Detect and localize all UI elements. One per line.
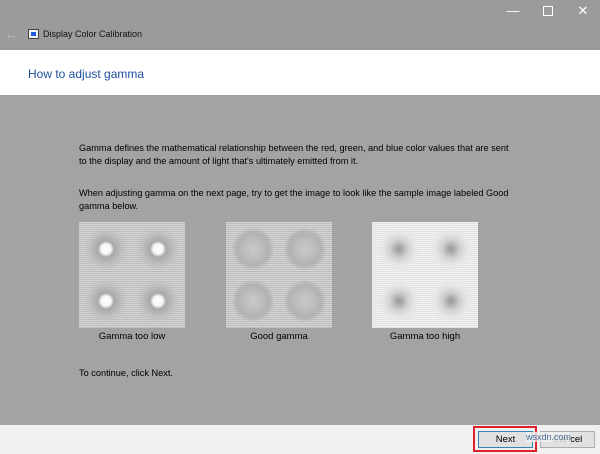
gamma-dot	[430, 280, 472, 322]
gamma-too-high-caption: Gamma too high	[389, 331, 461, 342]
good-gamma-sample-image	[226, 222, 332, 328]
maximize-button[interactable]	[531, 0, 565, 24]
gamma-dot	[85, 228, 127, 270]
next-button[interactable]: Next	[478, 431, 533, 448]
gamma-too-low-caption: Gamma too low	[98, 331, 166, 342]
gamma-dot	[378, 280, 420, 322]
title-bar: ← Display Color Calibration — ✕	[0, 0, 600, 50]
maximize-icon	[543, 5, 553, 16]
gamma-too-low-sample-image	[79, 222, 185, 328]
continue-instruction: To continue, click Next.	[79, 368, 173, 378]
content-area: Gamma defines the mathematical relations…	[0, 95, 600, 425]
page-header: How to adjust gamma	[0, 50, 600, 95]
minimize-button[interactable]: —	[496, 0, 530, 24]
gamma-dot	[137, 280, 179, 322]
back-arrow-icon[interactable]: ←	[2, 25, 20, 43]
gamma-dot	[430, 228, 472, 270]
gamma-dot	[137, 228, 179, 270]
display-calibration-app-icon	[28, 29, 39, 39]
gamma-instruction: When adjusting gamma on the next page, t…	[79, 188, 509, 211]
gamma-dot	[378, 228, 420, 270]
watermark-text: wsxdn.com	[526, 432, 572, 442]
gamma-dot	[284, 228, 326, 270]
window-title: Display Color Calibration	[43, 29, 143, 39]
footer-bar: Next Cancel	[0, 425, 600, 454]
gamma-too-high-sample-image	[372, 222, 478, 328]
gamma-description: Gamma defines the mathematical relations…	[79, 143, 509, 166]
gamma-dot	[232, 280, 274, 322]
gamma-dot	[232, 228, 274, 270]
gamma-dot	[85, 280, 127, 322]
gamma-dot	[284, 280, 326, 322]
good-gamma-caption: Good gamma	[250, 331, 308, 342]
close-button[interactable]: ✕	[566, 0, 600, 24]
page-title: How to adjust gamma	[28, 67, 145, 81]
